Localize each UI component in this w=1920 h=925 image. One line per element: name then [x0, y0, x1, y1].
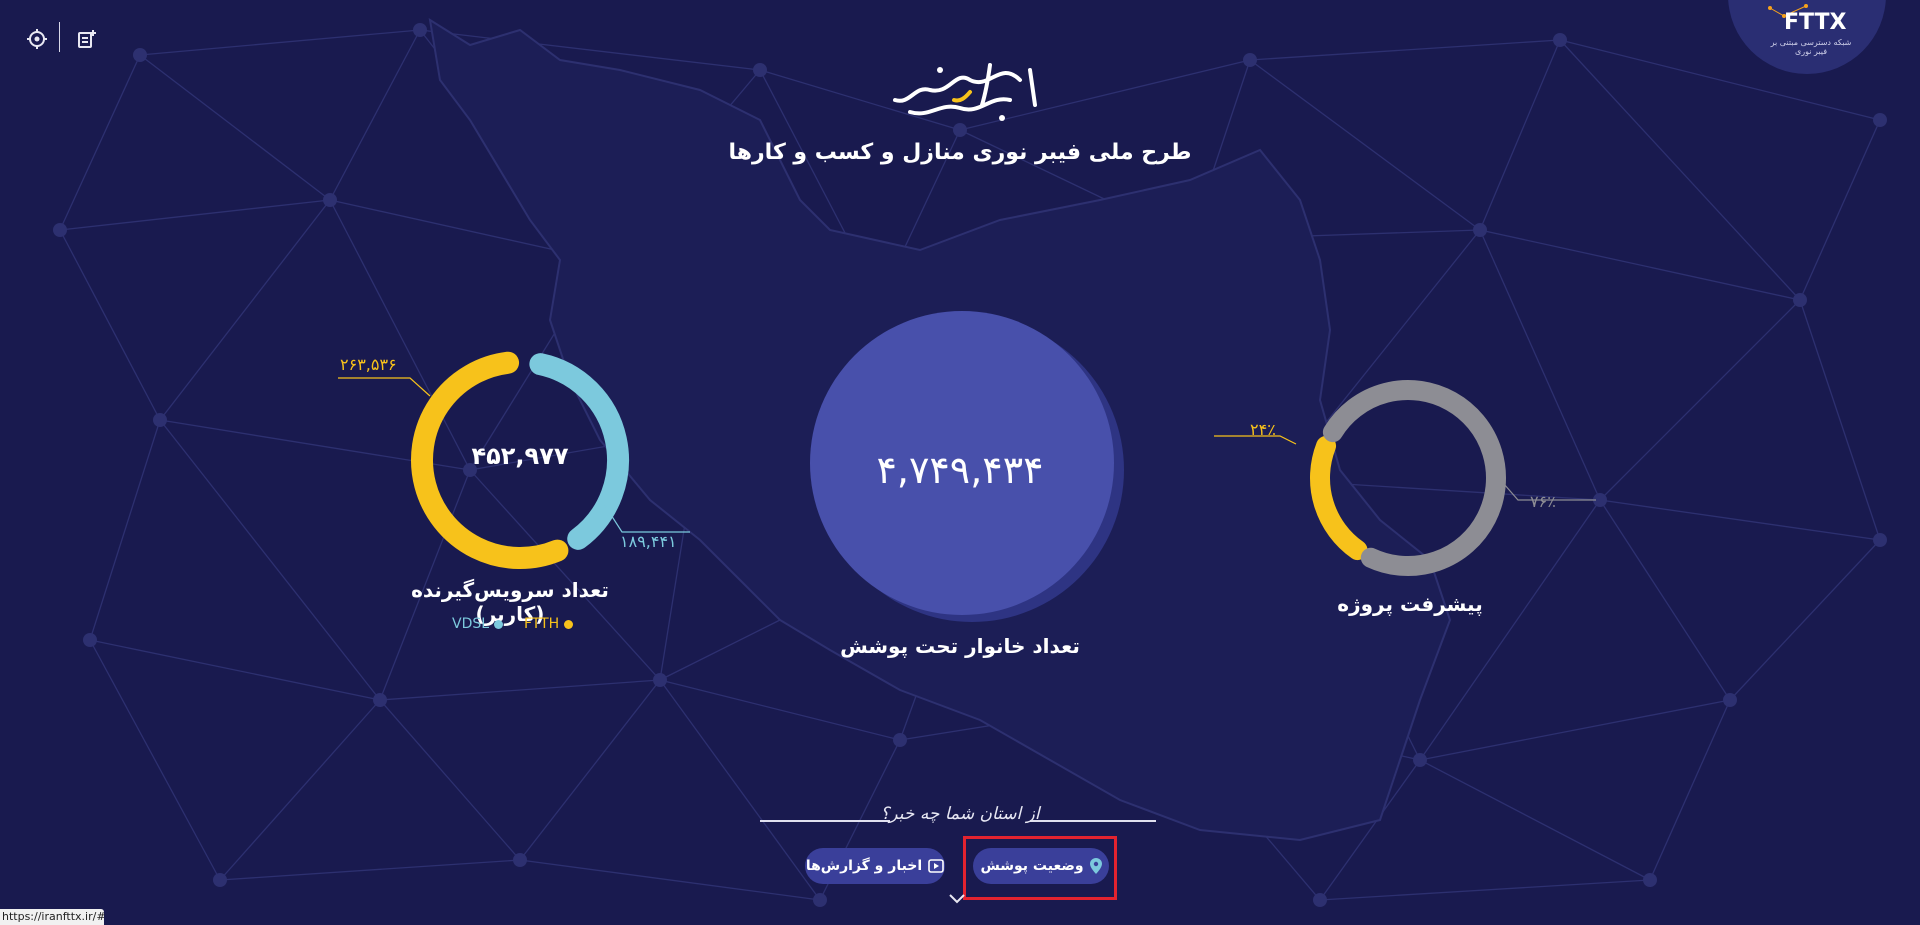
network-line: [1479, 229, 1801, 301]
news-reports-label: اخبار و گزارش‌ها: [805, 858, 923, 874]
network-node: [323, 193, 337, 207]
network-line: [159, 199, 331, 421]
browser-status-url: https://iranfttx.ir/#: [0, 909, 106, 925]
network-node: [153, 413, 167, 427]
network-line: [519, 859, 821, 901]
network-node: [1413, 753, 1427, 767]
progress-caption: پیشرفت پروژه: [1337, 592, 1483, 616]
network-line: [519, 679, 661, 861]
network-line: [139, 54, 331, 201]
subscribers-caption: تعداد سرویس‌گیرنده (کاربر): [411, 578, 609, 626]
network-node: [1553, 33, 1567, 47]
network-line: [1559, 39, 1801, 301]
network-node: [1873, 533, 1887, 547]
network-node: [133, 48, 147, 62]
network-node: [513, 853, 527, 867]
network-node: [53, 223, 67, 237]
network-node: [1873, 113, 1887, 127]
network-line: [59, 54, 141, 231]
question-divider-left: [760, 820, 890, 822]
legend-vdsl-dot: [494, 619, 504, 629]
province-question: از استان شما چه خبر؟: [880, 804, 1040, 824]
network-line: [659, 679, 821, 901]
page-subtitle: طرح ملی فیبر نوری منازل و کسب و کارها: [728, 140, 1192, 165]
question-divider-right: [1030, 820, 1156, 822]
legend-vdsl-label: VDSL: [452, 616, 490, 632]
network-line: [1599, 499, 1881, 541]
scroll-down-chevron-icon[interactable]: [948, 893, 966, 905]
households-value: ۴,۷۴۹,۴۳۴: [876, 448, 1044, 492]
calligraphy-title-graphic: [893, 63, 1037, 121]
progress-done-label: ۲۴٪: [1250, 420, 1276, 439]
network-node: [813, 893, 827, 907]
calligraphy-title: [870, 50, 1050, 130]
households-caption: تعداد خانوار تحت پوشش: [840, 634, 1080, 658]
network-line: [1419, 699, 1731, 761]
network-line: [1599, 499, 1731, 701]
network-line: [1249, 39, 1561, 61]
network-line: [1799, 119, 1881, 301]
news-reports-button[interactable]: اخبار و گزارش‌ها: [805, 848, 945, 884]
network-line: [1599, 299, 1801, 501]
network-line: [219, 699, 381, 881]
network-node: [1643, 873, 1657, 887]
accessibility-gear-icon[interactable]: [24, 26, 50, 52]
network-node: [1473, 223, 1487, 237]
network-line: [1649, 699, 1731, 881]
logo-text: FTTX: [1784, 10, 1847, 35]
network-line: [1729, 539, 1881, 701]
legend-ftth-label: FTTH: [524, 616, 560, 632]
play-video-icon: [928, 859, 944, 873]
coverage-highlight-box: [963, 836, 1117, 900]
network-line: [59, 199, 331, 231]
network-line: [659, 679, 901, 741]
logo-tagline: شبکه دسترسی مبتنی بر فیبر نوری: [1770, 38, 1852, 56]
vdsl-value-label: ۱۸۹,۴۴۱: [620, 532, 677, 551]
network-node: [653, 673, 667, 687]
network-line: [1479, 39, 1561, 231]
network-node: [373, 693, 387, 707]
add-note-icon[interactable]: [74, 26, 100, 52]
progress-done-arc: [1310, 435, 1368, 561]
network-node: [753, 63, 767, 77]
network-line: [89, 639, 381, 701]
ftth-value-label: ۲۶۳,۵۳۶: [340, 355, 397, 374]
legend-ftth-dot: [564, 619, 574, 629]
network-node: [1243, 53, 1257, 67]
network-line: [379, 699, 521, 861]
progress-remaining-label: ۷۶٪: [1530, 492, 1556, 511]
network-node: [83, 633, 97, 647]
network-line: [219, 859, 521, 881]
network-line: [89, 419, 161, 641]
network-line: [379, 679, 661, 701]
network-line: [329, 29, 421, 201]
network-node: [1793, 293, 1807, 307]
network-line: [139, 29, 421, 56]
network-node: [413, 23, 427, 37]
network-line: [1419, 759, 1651, 881]
network-line: [1799, 299, 1881, 541]
network-line: [59, 229, 161, 421]
legend-vdsl: VDSL: [452, 616, 504, 632]
network-line: [159, 419, 381, 701]
subscribers-total: ۴۵۲,۹۷۷: [471, 442, 569, 470]
toolbar-divider: [59, 22, 60, 52]
network-node: [1723, 693, 1737, 707]
network-node: [893, 733, 907, 747]
network-node: [213, 873, 227, 887]
network-line: [1319, 879, 1651, 901]
network-line: [89, 639, 221, 881]
legend-ftth: FTTH: [524, 616, 574, 632]
network-node: [1313, 893, 1327, 907]
progress-donut-chart: [1310, 380, 1506, 576]
